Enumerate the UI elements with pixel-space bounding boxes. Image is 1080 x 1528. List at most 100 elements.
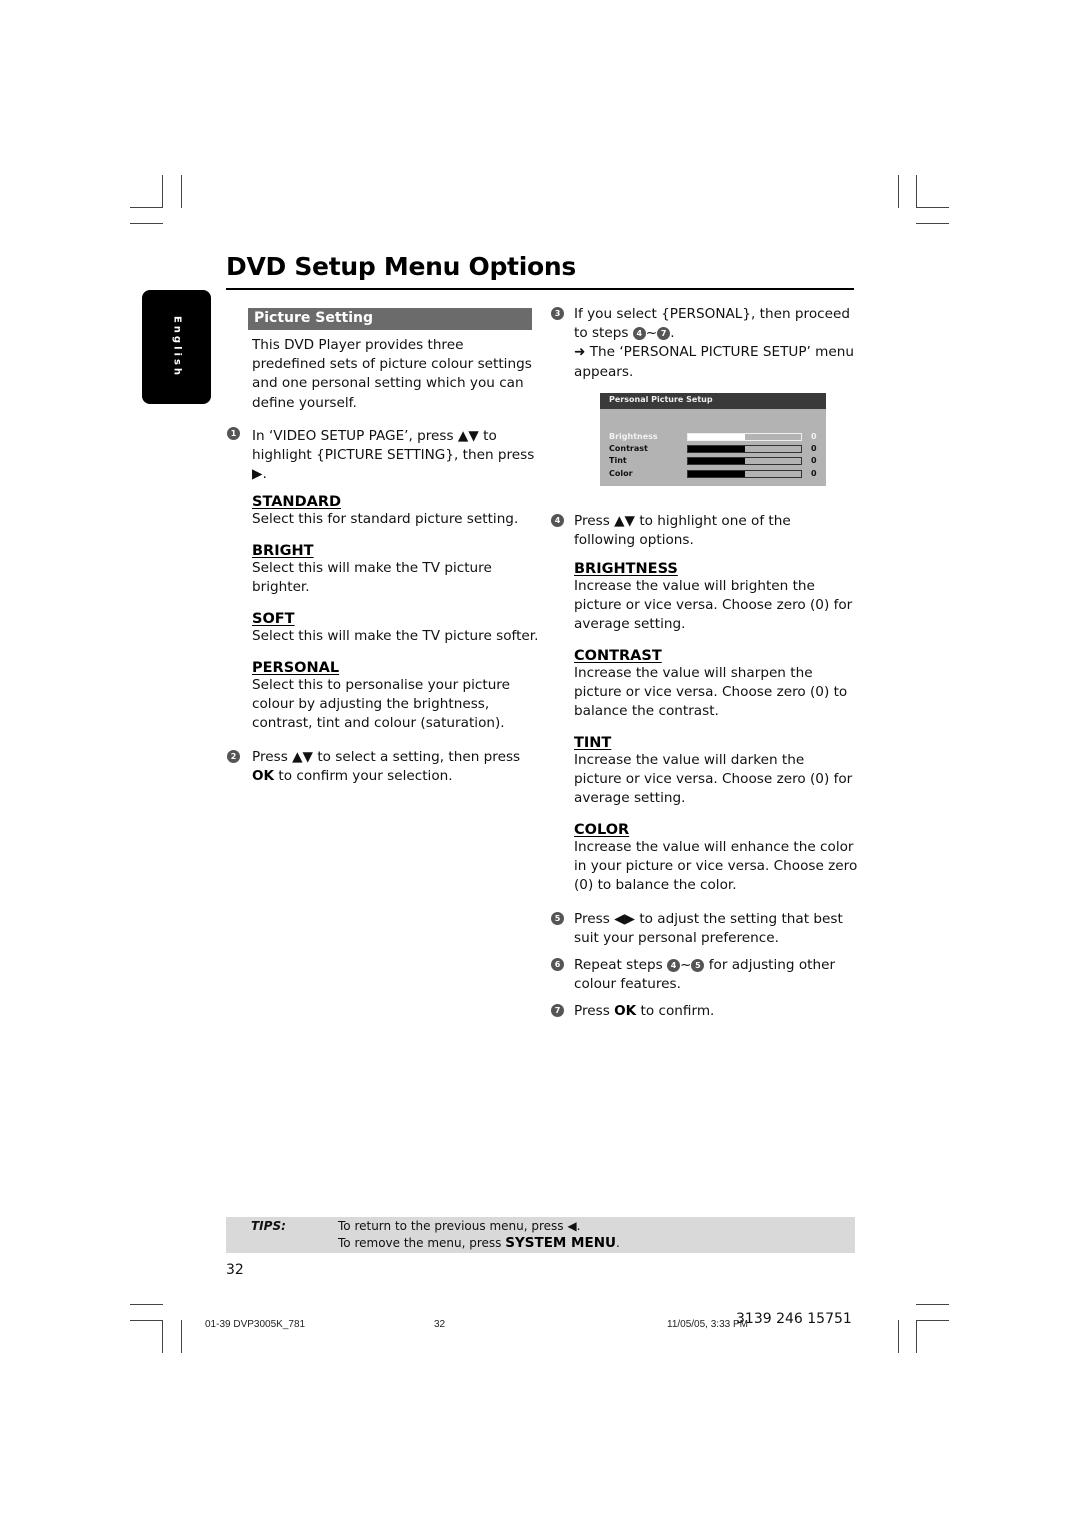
step-1-text-end: ▶. bbox=[252, 466, 267, 483]
page-number: 32 bbox=[226, 1262, 244, 1278]
step-range-tilde: ~ bbox=[645, 325, 658, 342]
osd-slider[interactable] bbox=[687, 445, 802, 453]
option-description: Select this will make the TV picture sof… bbox=[252, 628, 539, 644]
step-1: In ‘VIDEO SETUP PAGE’, press ▲▼ to highl… bbox=[252, 427, 537, 485]
option-tint: TINT Increase the value will darken the … bbox=[574, 735, 854, 809]
step-6-text: Repeat steps bbox=[574, 957, 663, 973]
crop-mark bbox=[130, 207, 163, 208]
document-code: 3139 246 15751 bbox=[736, 1311, 852, 1327]
tips-box: TIPS: To return to the previous menu, pr… bbox=[226, 1217, 855, 1253]
osd-slider[interactable] bbox=[687, 470, 802, 478]
crop-mark bbox=[916, 175, 917, 208]
osd-slider-fill bbox=[688, 471, 745, 477]
tips-line-1: To return to the previous menu, press ◀. bbox=[338, 1219, 581, 1233]
osd-row-value: 0 bbox=[811, 469, 817, 478]
page-title: DVD Setup Menu Options bbox=[226, 252, 576, 281]
tips-line-2: To remove the menu, press bbox=[338, 1236, 502, 1250]
step-4: Press ▲▼ to highlight one of the followi… bbox=[574, 513, 791, 549]
option-description: Select this for standard picture setting… bbox=[252, 511, 519, 527]
section-header: Picture Setting bbox=[248, 308, 532, 330]
osd-row-contrast[interactable]: Contrast 0 bbox=[609, 444, 821, 455]
crop-mark bbox=[181, 175, 182, 208]
option-brightness: BRIGHTNESS Increase the value will brigh… bbox=[574, 561, 856, 635]
footer-page-number: 32 bbox=[434, 1319, 446, 1330]
option-standard: STANDARD Select this for standard pictur… bbox=[252, 494, 542, 529]
option-description: Select this will make the TV picture bri… bbox=[252, 560, 492, 596]
crop-mark bbox=[130, 1320, 163, 1321]
crop-mark bbox=[916, 1304, 949, 1305]
step-7: Press OK to confirm. bbox=[574, 1002, 864, 1021]
osd-menu-title: Personal Picture Setup bbox=[609, 395, 713, 404]
step-number-icon: 6 bbox=[551, 958, 564, 971]
osd-slider[interactable] bbox=[687, 433, 802, 441]
option-color: COLOR Increase the value will enhance th… bbox=[574, 822, 859, 896]
step-number-icon: 2 bbox=[227, 750, 240, 763]
crop-mark bbox=[916, 1320, 949, 1321]
step-number-icon: 4 bbox=[551, 514, 564, 527]
option-description: Increase the value will brighten the pic… bbox=[574, 578, 853, 633]
step-2-text-end: to confirm your selection. bbox=[278, 768, 453, 785]
step-1-text: In ‘VIDEO SETUP PAGE’, press ▲▼ to highl… bbox=[252, 428, 535, 464]
step-number-icon: 7 bbox=[551, 1004, 564, 1017]
step-ref-icon: 5 bbox=[691, 959, 705, 973]
osd-row-brightness[interactable]: Brightness 0 bbox=[609, 432, 821, 443]
osd-row-value: 0 bbox=[811, 432, 817, 441]
step-ref-icon: 4 bbox=[667, 959, 680, 973]
option-heading: PERSONAL bbox=[252, 660, 340, 676]
crop-mark bbox=[130, 1304, 163, 1305]
option-bright: BRIGHT Select this will make the TV pict… bbox=[252, 543, 517, 597]
crop-mark bbox=[130, 223, 163, 224]
osd-row-color[interactable]: Color 0 bbox=[609, 469, 821, 480]
language-tab-label: English bbox=[171, 315, 182, 379]
option-heading: BRIGHTNESS bbox=[574, 561, 678, 577]
option-description: Increase the value will sharpen the pict… bbox=[574, 665, 848, 720]
option-description: Select this to personalise your picture … bbox=[252, 677, 510, 732]
personal-picture-setup-menu: Personal Picture Setup Brightness 0 Cont… bbox=[600, 393, 826, 486]
osd-row-label: Color bbox=[609, 469, 633, 478]
option-heading: TINT bbox=[574, 735, 612, 751]
osd-row-label: Brightness bbox=[609, 432, 658, 441]
option-heading: STANDARD bbox=[252, 494, 342, 510]
step-6: Repeat steps 4 ~5 for adjusting other col… bbox=[574, 956, 849, 994]
step-3-text: If you select {PERSONAL}, then proceed t… bbox=[574, 306, 850, 342]
tips-text: To return to the previous menu, press ◀.… bbox=[338, 1218, 620, 1252]
crop-mark bbox=[162, 175, 163, 208]
step-number-icon: 5 bbox=[551, 912, 564, 925]
osd-row-value: 0 bbox=[811, 444, 817, 453]
osd-row-label: Tint bbox=[609, 456, 627, 465]
crop-mark bbox=[162, 1320, 163, 1353]
option-personal: PERSONAL Select this to personalise your… bbox=[252, 660, 522, 734]
step-5: Press ◀▶ to adjust the setting that best… bbox=[574, 911, 843, 947]
step-3: If you select {PERSONAL}, then proceed t… bbox=[574, 305, 854, 382]
step-3-result: ➜ The ‘PERSONAL PICTURE SETUP’ menu appe… bbox=[574, 344, 855, 380]
osd-menu-header: Personal Picture Setup bbox=[600, 393, 826, 409]
osd-row-tint[interactable]: Tint 0 bbox=[609, 456, 821, 467]
ok-key: OK bbox=[252, 768, 275, 785]
option-heading: SOFT bbox=[252, 611, 295, 627]
ok-key: OK bbox=[614, 1003, 637, 1019]
tips-line-2-end: . bbox=[615, 1236, 620, 1250]
option-contrast: CONTRAST Increase the value will sharpen… bbox=[574, 648, 859, 722]
option-description: Increase the value will enhance the colo… bbox=[574, 839, 858, 894]
osd-slider-fill bbox=[688, 458, 745, 464]
crop-mark bbox=[898, 1320, 899, 1353]
crop-mark bbox=[181, 1320, 182, 1353]
intro-paragraph: This DVD Player provides three predefine… bbox=[252, 337, 532, 411]
step-ref-icon: 7 bbox=[657, 327, 671, 341]
step-number-icon: 1 bbox=[227, 427, 240, 440]
step-2: Press ▲▼ to select a setting, then press… bbox=[252, 748, 527, 786]
step-7-text: Press bbox=[574, 1003, 610, 1019]
osd-slider-fill bbox=[688, 446, 745, 452]
system-menu-key: SYSTEM MENU bbox=[505, 1235, 616, 1251]
step-range-tilde: ~ bbox=[680, 957, 692, 973]
step-ref-icon: 4 bbox=[632, 327, 646, 341]
tips-label: TIPS: bbox=[251, 1219, 286, 1233]
osd-slider[interactable] bbox=[687, 457, 802, 465]
osd-row-label: Contrast bbox=[609, 444, 648, 453]
osd-row-value: 0 bbox=[811, 456, 817, 465]
option-description: Increase the value will darken the pictu… bbox=[574, 752, 853, 807]
option-soft: SOFT Select this will make the TV pictur… bbox=[252, 611, 542, 646]
title-divider bbox=[226, 288, 854, 290]
crop-mark bbox=[916, 223, 949, 224]
crop-mark bbox=[916, 1320, 917, 1353]
